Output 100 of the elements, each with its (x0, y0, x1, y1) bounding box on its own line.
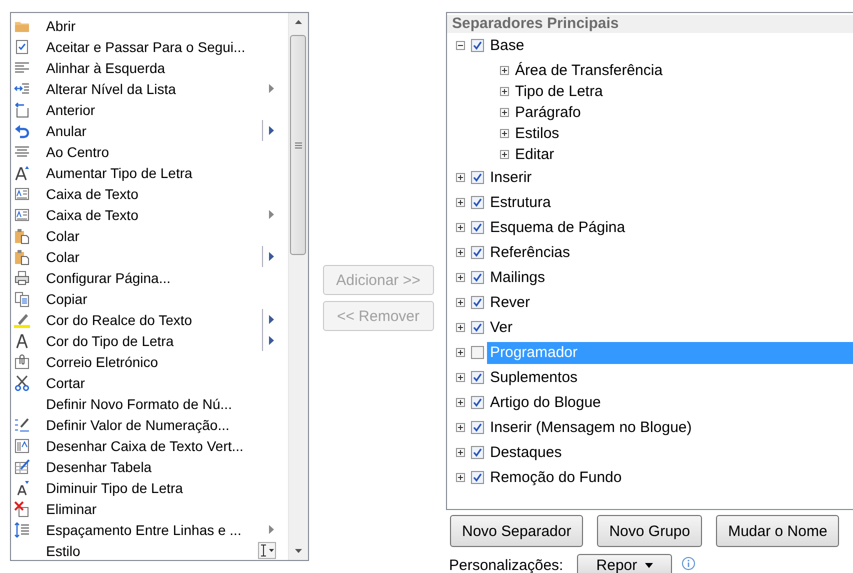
expand-icon[interactable] (456, 198, 465, 207)
tab-name[interactable]: Ver (486, 316, 853, 338)
submenu-arrow-icon (268, 315, 274, 324)
tab-name[interactable]: Estrutura (486, 192, 853, 214)
tab-name[interactable]: Esquema de Página (486, 216, 853, 238)
expand-icon[interactable] (500, 66, 509, 75)
expand-icon[interactable] (456, 398, 465, 407)
reset-button[interactable]: Repor (577, 554, 672, 573)
checkbox[interactable] (470, 221, 484, 234)
command-item[interactable]: Cor do Tipo de Letra (11, 330, 288, 351)
submenu-arrow-icon (268, 126, 274, 135)
command-item[interactable]: Alterar Nível da Lista (11, 78, 288, 99)
command-item[interactable]: Anterior (11, 99, 288, 120)
command-item[interactable]: Aumentar Tipo de Letra (11, 162, 288, 183)
command-item[interactable]: Diminuir Tipo de Letra (11, 477, 288, 498)
tab-name[interactable]: Suplementos (486, 366, 853, 388)
expand-icon[interactable] (456, 423, 465, 432)
command-item[interactable]: Correio Eletrónico (11, 351, 288, 372)
highlighter-icon (14, 312, 30, 328)
checkbox[interactable] (470, 421, 484, 434)
checkbox[interactable] (470, 396, 484, 409)
indent-icon (14, 80, 30, 96)
expand-icon[interactable] (456, 448, 465, 457)
checkbox[interactable] (470, 271, 484, 284)
expand-icon[interactable] (456, 323, 465, 332)
expand-icon[interactable] (500, 108, 509, 117)
expand-icon[interactable] (456, 173, 465, 182)
tab-name[interactable]: Rever (486, 292, 853, 314)
expand-icon[interactable] (456, 248, 465, 257)
customizations-label: Personalizações: (448, 557, 564, 573)
command-item[interactable]: Anular (11, 120, 288, 141)
command-item[interactable]: Caixa de Texto (11, 183, 288, 204)
checkbox[interactable] (470, 446, 484, 459)
submenu-arrow-icon (268, 525, 274, 534)
group-name[interactable]: Parágrafo (512, 102, 584, 124)
command-item[interactable]: Configurar Página... (11, 267, 288, 288)
document-check-icon (14, 38, 30, 54)
printer-icon (14, 270, 30, 286)
new-tab-button[interactable]: Novo Separador (450, 515, 584, 547)
checkbox[interactable] (470, 371, 484, 384)
checkbox[interactable] (470, 171, 484, 184)
text-box-icon (14, 206, 30, 222)
expand-icon[interactable] (456, 298, 465, 307)
command-item[interactable]: Copiar (11, 288, 288, 309)
expand-icon[interactable] (500, 87, 509, 96)
command-item[interactable]: Colar (11, 246, 288, 267)
group-name[interactable]: Área de Transferência (512, 60, 666, 82)
scrollbar-thumb[interactable] (290, 35, 306, 255)
checkbox[interactable] (470, 471, 484, 484)
command-item[interactable]: Alinhar à Esquerda (11, 57, 288, 78)
group-name[interactable]: Editar (512, 144, 558, 166)
expand-icon[interactable] (456, 473, 465, 482)
attachment-icon (14, 354, 30, 370)
collapse-icon[interactable] (456, 41, 465, 50)
command-item[interactable]: Ao Centro (11, 141, 288, 162)
command-item[interactable]: Estilo (11, 540, 288, 560)
expand-icon[interactable] (456, 223, 465, 232)
tab-name[interactable]: Base (486, 34, 853, 56)
align-center-icon (14, 144, 30, 160)
checkbox[interactable] (470, 196, 484, 209)
tab-name[interactable]: Referências (486, 242, 853, 264)
command-item[interactable]: Abrir (11, 15, 288, 36)
expand-icon[interactable] (456, 348, 465, 357)
tab-name[interactable]: Destaques (486, 442, 853, 464)
checkbox[interactable] (470, 39, 484, 52)
checkbox[interactable] (470, 321, 484, 334)
command-item[interactable]: Cortar (11, 372, 288, 393)
command-item[interactable]: Definir Novo Formato de Nú... (11, 393, 288, 414)
command-item[interactable]: Cor do Realce do Texto (11, 309, 288, 330)
expand-icon[interactable] (500, 129, 509, 138)
group-name[interactable]: Estilos (512, 122, 562, 144)
expand-icon[interactable] (456, 373, 465, 382)
command-item[interactable]: Espaçamento Entre Linhas e ... (11, 519, 288, 540)
expand-icon[interactable] (500, 150, 509, 159)
checkbox[interactable] (470, 296, 484, 309)
command-item[interactable]: Desenhar Tabela (11, 456, 288, 477)
text-cursor-dropdown-icon[interactable] (258, 542, 276, 559)
submenu-arrow-icon (268, 210, 274, 219)
command-item[interactable]: Desenhar Caixa de Texto Vert... (11, 435, 288, 456)
checkbox[interactable] (470, 346, 484, 359)
submenu-arrow-icon (268, 84, 274, 93)
numbering-icon (14, 416, 30, 432)
info-icon[interactable] (682, 557, 696, 570)
tab-name[interactable]: Mailings (486, 266, 853, 288)
command-item[interactable]: Caixa de Texto (11, 204, 288, 225)
checkbox[interactable] (470, 246, 484, 259)
command-item[interactable]: Eliminar (11, 498, 288, 519)
command-item[interactable]: Aceitar e Passar Para o Segui... (11, 36, 288, 57)
tab-name[interactable]: Inserir (Mensagem no Blogue) (486, 416, 853, 438)
command-item[interactable]: Colar (11, 225, 288, 246)
copy-icon (14, 290, 30, 306)
command-item[interactable]: Definir Valor de Numeração... (11, 414, 288, 435)
tab-name[interactable]: Artigo do Blogue (486, 392, 853, 414)
clipboard-icon (14, 248, 30, 264)
group-name[interactable]: Tipo de Letra (512, 80, 606, 102)
expand-icon[interactable] (456, 273, 465, 282)
tab-name[interactable]: Inserir (486, 166, 853, 188)
tab-name[interactable]: Remoção do Fundo (486, 466, 853, 488)
new-group-button[interactable]: Novo Grupo (597, 515, 702, 547)
rename-button[interactable]: Mudar o Nome (716, 515, 840, 547)
